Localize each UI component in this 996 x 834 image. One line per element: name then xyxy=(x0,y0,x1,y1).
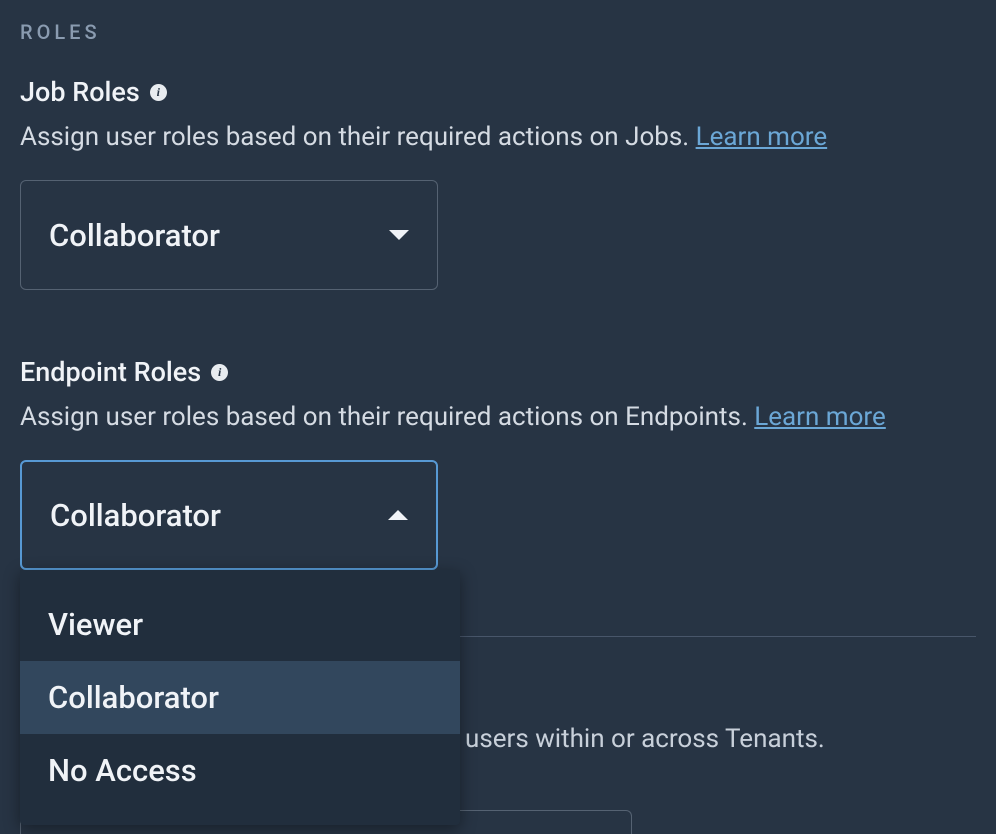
endpoint-roles-description: Assign user roles based on their require… xyxy=(20,402,976,432)
endpoint-roles-label-row: Endpoint Roles i xyxy=(20,356,976,388)
job-roles-learn-more-link[interactable]: Learn more xyxy=(696,122,828,152)
partial-description-text: users within or across Tenants. xyxy=(465,724,825,754)
job-roles-label-row: Job Roles i xyxy=(20,76,976,108)
job-roles-dropdown-trigger[interactable]: Collaborator xyxy=(20,180,438,290)
dropdown-option-collaborator[interactable]: Collaborator xyxy=(20,661,460,734)
chevron-up-icon xyxy=(388,510,408,520)
section-header: ROLES xyxy=(20,20,976,44)
endpoint-roles-field: Endpoint Roles i Assign user roles based… xyxy=(20,356,976,570)
endpoint-roles-description-text: Assign user roles based on their require… xyxy=(20,402,754,432)
dropdown-option-viewer[interactable]: Viewer xyxy=(20,588,460,661)
endpoint-roles-dropdown-menu: Viewer Collaborator No Access xyxy=(20,570,460,825)
job-roles-field: Job Roles i Assign user roles based on t… xyxy=(20,76,976,290)
endpoint-roles-dropdown-value: Collaborator xyxy=(50,497,221,534)
job-roles-description: Assign user roles based on their require… xyxy=(20,122,976,152)
dropdown-option-no-access[interactable]: No Access xyxy=(20,734,460,807)
endpoint-roles-dropdown: Collaborator Viewer Collaborator No Acce… xyxy=(20,460,438,570)
chevron-down-icon xyxy=(389,230,409,240)
job-roles-dropdown-value: Collaborator xyxy=(49,217,220,254)
info-icon[interactable]: i xyxy=(150,84,167,101)
endpoint-roles-dropdown-trigger[interactable]: Collaborator xyxy=(20,460,438,570)
job-roles-label: Job Roles xyxy=(20,76,140,108)
info-icon[interactable]: i xyxy=(211,364,228,381)
job-roles-dropdown: Collaborator xyxy=(20,180,438,290)
endpoint-roles-learn-more-link[interactable]: Learn more xyxy=(754,402,886,432)
roles-section: ROLES Job Roles i Assign user roles base… xyxy=(20,20,976,637)
job-roles-description-text: Assign user roles based on their require… xyxy=(20,122,696,152)
endpoint-roles-label: Endpoint Roles xyxy=(20,356,201,388)
